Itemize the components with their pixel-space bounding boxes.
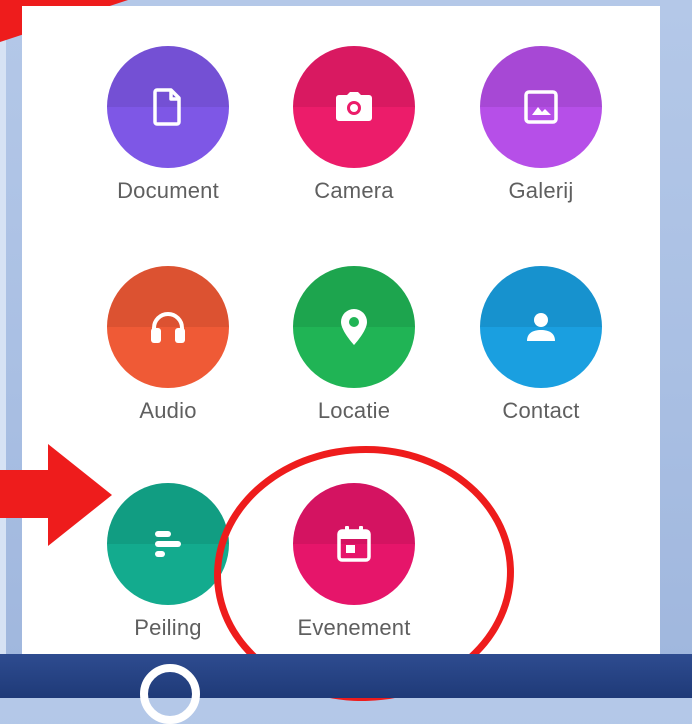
- attach-gallery-button[interactable]: Galerij: [466, 46, 616, 204]
- document-icon: [153, 88, 181, 126]
- location-pin-icon: [341, 309, 367, 345]
- document-label: Document: [117, 178, 219, 203]
- poll-label: Peiling: [134, 615, 202, 640]
- poll-circle: [107, 483, 229, 605]
- gallery-label: Galerij: [508, 178, 574, 203]
- gallery-circle: [480, 46, 602, 168]
- contact-icon: [527, 313, 555, 341]
- headphones-icon: [151, 312, 185, 343]
- poll-icon: [155, 531, 181, 557]
- attach-location-button[interactable]: Locatie: [279, 266, 429, 424]
- camera-icon: [336, 92, 372, 121]
- contact-label: Contact: [502, 398, 580, 423]
- audio-label: Audio: [139, 398, 197, 423]
- red-arrow-annotation: [0, 444, 112, 546]
- attach-contact-button[interactable]: Contact: [466, 266, 616, 424]
- bottom-bar: [0, 654, 692, 724]
- camera-circle: [293, 46, 415, 168]
- camera-label: Camera: [314, 178, 394, 203]
- gallery-icon: [524, 90, 558, 124]
- attach-camera-button[interactable]: Camera: [279, 46, 429, 204]
- background-edge: [0, 0, 6, 698]
- attach-document-button[interactable]: Document: [93, 46, 243, 204]
- location-label: Locatie: [317, 398, 391, 423]
- audio-circle: [107, 266, 229, 388]
- bottom-circle-shape: [140, 664, 200, 724]
- attach-audio-button[interactable]: Audio: [93, 266, 243, 424]
- contact-circle: [480, 266, 602, 388]
- document-circle: [107, 46, 229, 168]
- location-circle: [293, 266, 415, 388]
